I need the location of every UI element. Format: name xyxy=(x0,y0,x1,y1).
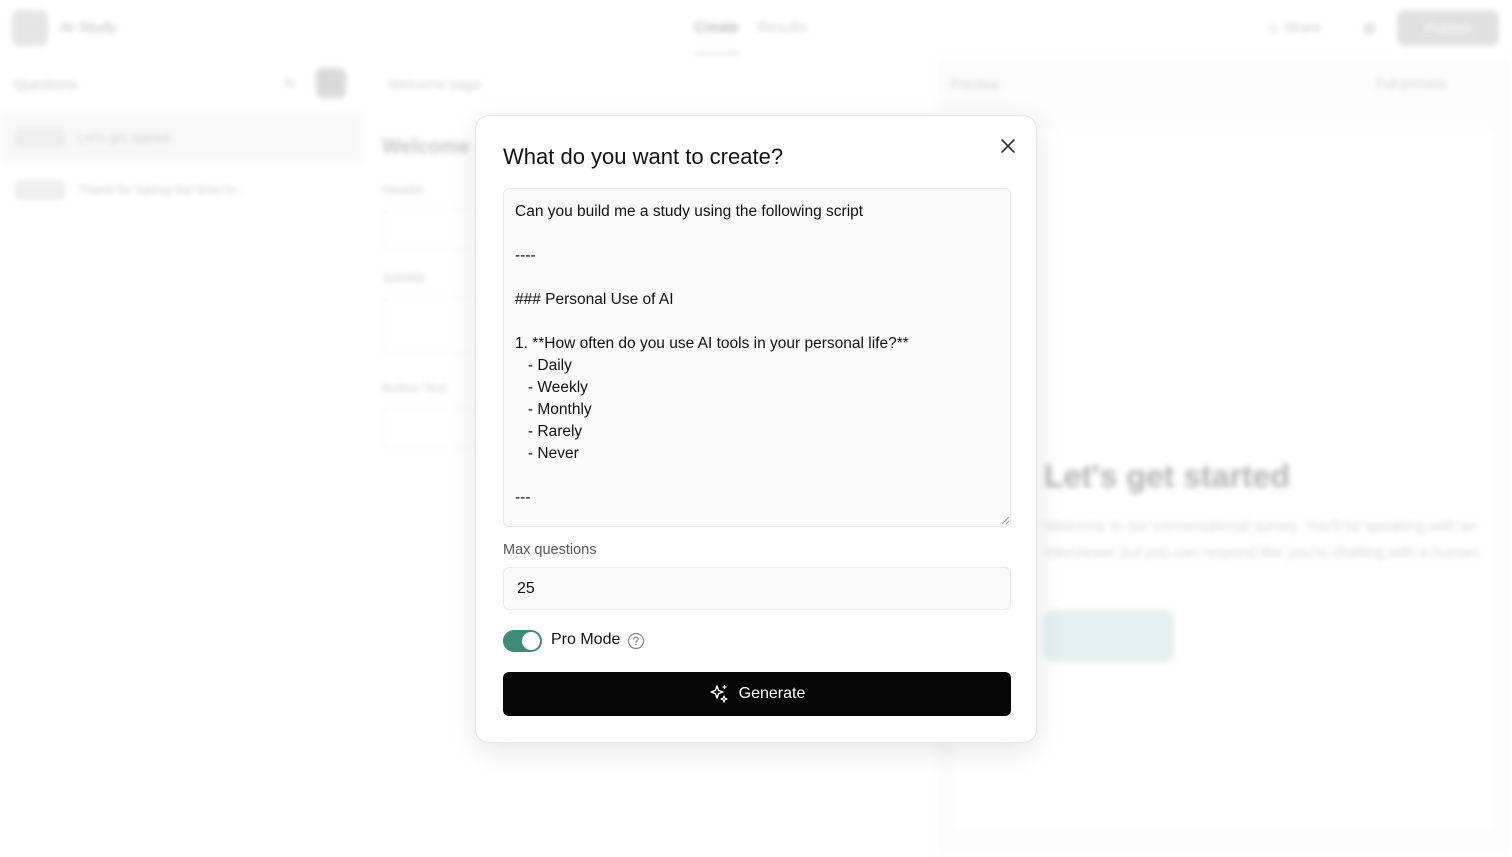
toggle-knob xyxy=(522,632,540,650)
field-label: Button Text xyxy=(382,380,447,395)
publish-button[interactable]: Publish xyxy=(1397,10,1499,46)
full-preview-button[interactable]: Full preview xyxy=(1376,76,1445,91)
question-type-chip xyxy=(14,128,66,148)
dialog-title: What do you want to create? xyxy=(503,144,784,169)
tab-results[interactable]: Results xyxy=(757,19,807,54)
question-row[interactable]: Thank for taking the time to... xyxy=(0,164,364,216)
max-questions-label: Max questions xyxy=(503,542,597,558)
gear-icon[interactable]: ⚙ xyxy=(1362,19,1376,39)
brand-logo xyxy=(12,10,48,46)
pro-mode-toggle[interactable] xyxy=(503,630,542,652)
close-button[interactable] xyxy=(996,134,1020,158)
prompt-input[interactable] xyxy=(503,188,1011,527)
create-dialog: What do you want to create? Max question… xyxy=(475,115,1037,743)
preview-heading: Let's get started xyxy=(1044,458,1290,494)
user-icon: ☺ xyxy=(1266,19,1281,35)
close-icon xyxy=(1001,139,1015,153)
preview-subtitle: Welcome to our conversational survey. Yo… xyxy=(1044,518,1483,561)
preview-label: Preview xyxy=(950,76,1000,92)
resize-grip-icon[interactable] xyxy=(1000,515,1010,525)
questions-panel: Questions ✎ Let's get started Thank for … xyxy=(0,56,364,857)
questions-header: Questions xyxy=(14,76,78,92)
question-row[interactable]: Let's get started xyxy=(0,112,364,164)
sparkles-icon xyxy=(709,684,728,703)
field-label: Header xyxy=(382,182,425,197)
field-label: Subtitle xyxy=(382,270,426,285)
pro-mode-label: Pro Mode xyxy=(551,631,621,648)
preview-start-button xyxy=(1044,610,1174,662)
app-title: AI Study xyxy=(60,19,117,36)
generate-button[interactable]: Generate xyxy=(503,672,1011,716)
question-label: Let's get started xyxy=(78,130,171,145)
editor-title: Welcome xyxy=(382,136,470,158)
breadcrumb: Welcome page xyxy=(388,76,482,92)
add-question-button[interactable] xyxy=(316,68,346,98)
top-tabs: Create Results xyxy=(694,19,807,54)
generate-label: Generate xyxy=(738,685,806,702)
question-type-chip xyxy=(14,180,66,200)
top-bar: AI Study Create Results ☺ Share ⚙ Publis… xyxy=(0,0,1512,56)
help-icon[interactable] xyxy=(627,632,645,650)
edit-icon[interactable]: ✎ xyxy=(283,74,296,94)
share-button[interactable]: ☺ Share xyxy=(1266,19,1322,35)
tab-create[interactable]: Create xyxy=(694,19,740,54)
share-label: Share xyxy=(1284,19,1322,35)
max-questions-input[interactable] xyxy=(503,567,1011,610)
question-label: Thank for taking the time to... xyxy=(78,182,247,197)
